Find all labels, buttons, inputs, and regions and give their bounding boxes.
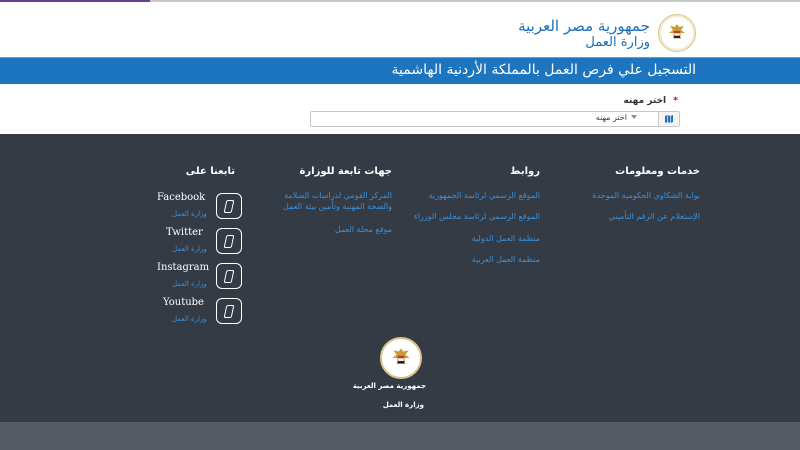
profession-form: * اختر مهنه اختر مهنه [0, 84, 800, 134]
profession-label: * اختر مهنه [624, 96, 678, 106]
profession-select-box[interactable]: اختر مهنه [313, 112, 657, 126]
profession-select[interactable]: اختر مهنه [310, 111, 680, 127]
brand-country: جمهورية مصر العربية [518, 17, 650, 35]
footer-country: جمهورية مصر العربية [352, 382, 426, 390]
footer-ministry: وزارة العمل [382, 401, 424, 409]
youtube-label[interactable]: Youtube [163, 297, 204, 308]
footer-services-title: خدمات ومعلومات [615, 166, 700, 177]
facebook-label[interactable]: Facebook [157, 192, 205, 203]
top-strip-grey [150, 0, 800, 2]
instagram-label[interactable]: Instagram [157, 262, 209, 273]
required-mark: * [673, 96, 678, 106]
instagram-sub[interactable]: وزارة العمل [172, 280, 207, 288]
bottom-bar [0, 422, 800, 450]
footer-link-ilo[interactable]: منظمة العمل الدولية [472, 233, 540, 244]
profession-select-value: اختر مهنه [595, 113, 627, 122]
youtube-icon[interactable] [216, 298, 242, 324]
footer-follow-title: تابعنا على [185, 166, 235, 177]
youtube-sub[interactable]: وزارة العمل [172, 315, 207, 323]
footer-link-magazine[interactable]: موقع مجلة العمل [335, 224, 392, 235]
twitter-icon[interactable] [216, 228, 242, 254]
top-strip-purple [0, 0, 150, 2]
site-header: جمهورية مصر العربية وزارة العمل [0, 4, 800, 56]
footer-links-title: روابط [510, 166, 540, 177]
footer-link-complaints[interactable]: بوابة الشكاوي الحكومية الموحدة [592, 190, 700, 201]
instagram-icon[interactable] [216, 263, 242, 289]
twitter-label[interactable]: Twitter [166, 227, 203, 238]
page-title: التسجيل علي فرص العمل بالمملكة الأردنية … [391, 62, 696, 78]
facebook-sub[interactable]: وزارة العمل [172, 210, 207, 218]
chevron-down-icon [631, 115, 637, 119]
page-title-bar: التسجيل علي فرص العمل بالمملكة الأردنية … [0, 57, 800, 85]
twitter-sub[interactable]: وزارة العمل [172, 245, 207, 253]
footer-link-presidency[interactable]: الموقع الرسمي لرئاسة الجمهورية [429, 190, 540, 201]
footer-link-cabinet[interactable]: الموقع الرسمي لرئاسة مجلس الوزراء [414, 211, 540, 222]
footer-affiliates-title: جهات تابعة للوزارة [299, 166, 393, 177]
footer-link-safety-center[interactable]: المركز القومي لدراسات السلامة والصحة الم… [268, 190, 392, 212]
facebook-icon[interactable] [216, 193, 242, 219]
profession-label-text: اختر مهنه [623, 96, 667, 106]
footer-eagle-logo-icon [380, 337, 422, 379]
map-icon [658, 112, 679, 126]
footer-link-alo[interactable]: منظمة العمل العربية [472, 254, 540, 265]
footer-link-insurance[interactable]: الإستعلام عن الرقم التأميني [609, 211, 701, 222]
brand-ministry: وزارة العمل [585, 35, 650, 50]
eagle-logo-icon[interactable] [658, 14, 696, 52]
